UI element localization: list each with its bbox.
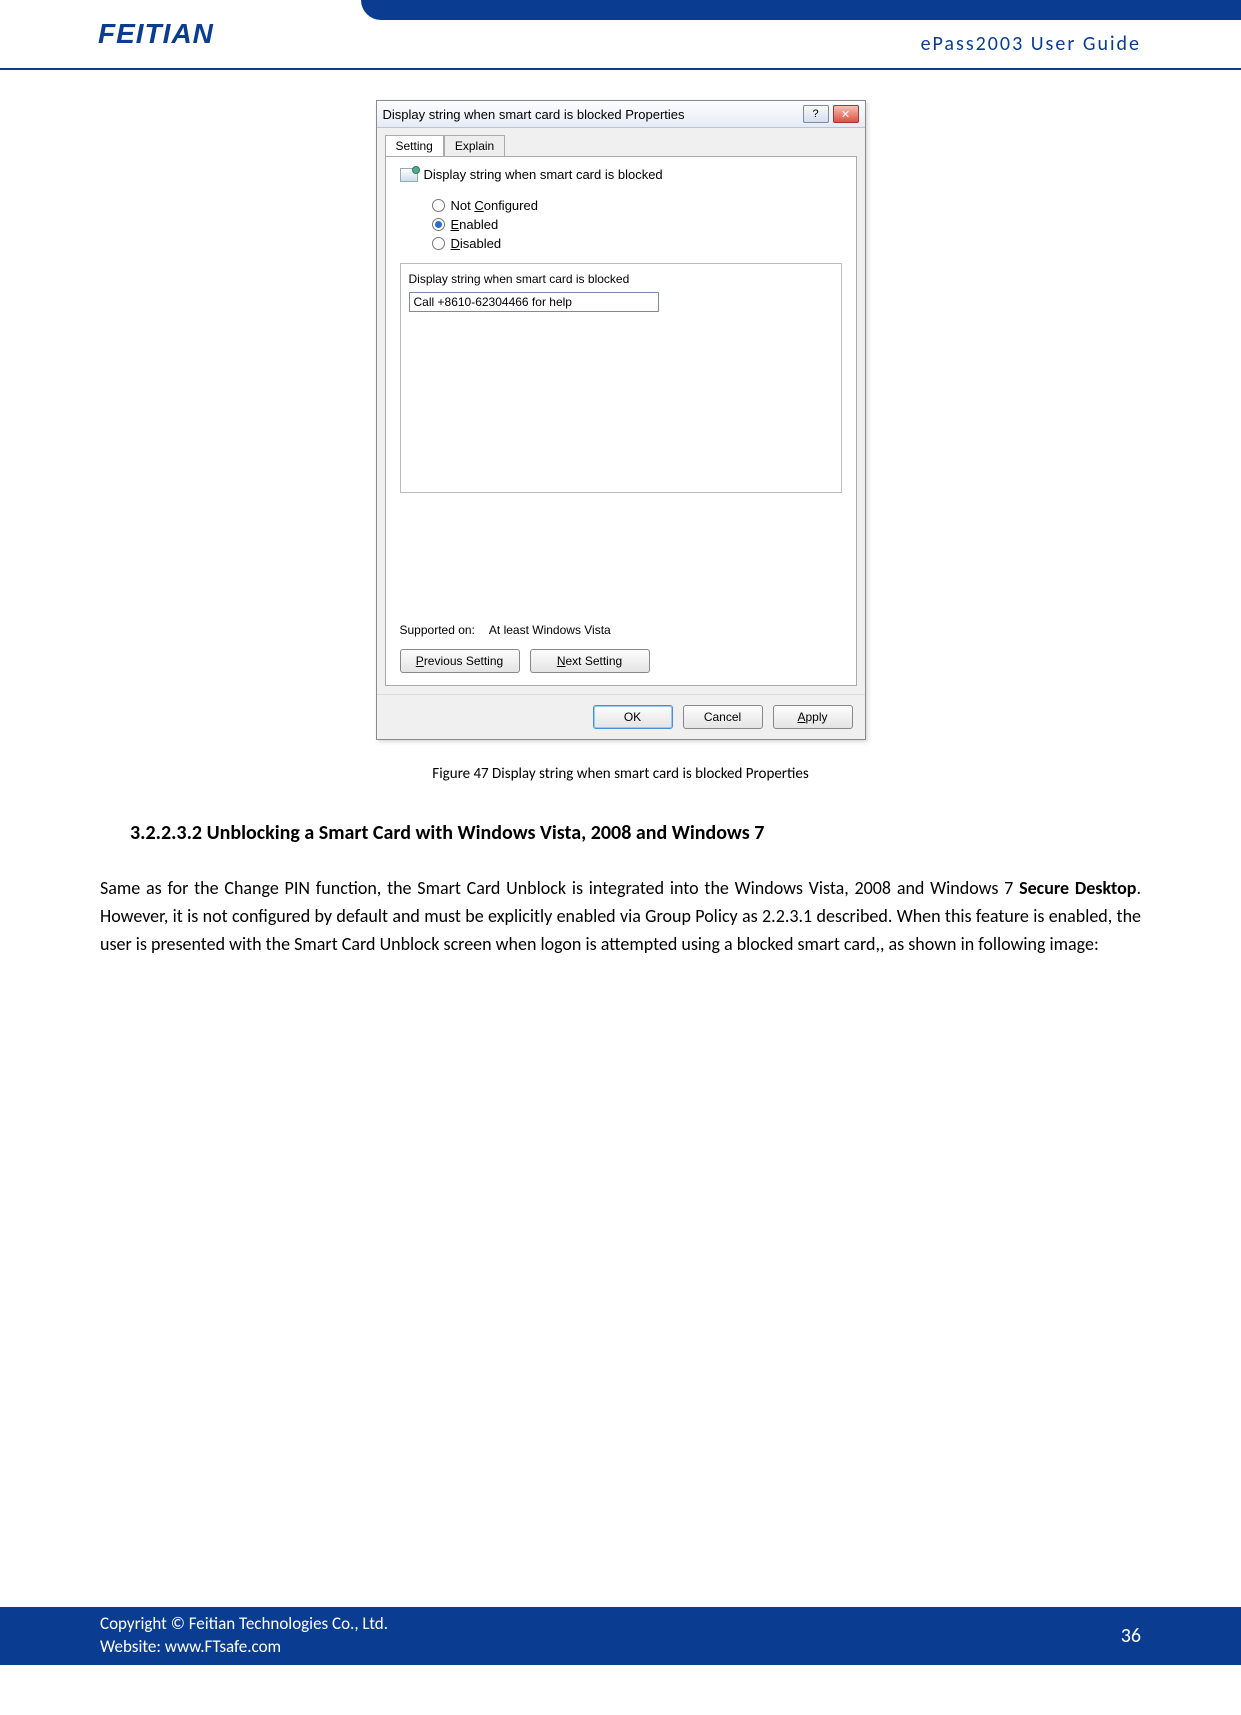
setting-inner-box: Display string when smart card is blocke… xyxy=(400,263,842,493)
policy-name-row: Display string when smart card is blocke… xyxy=(400,167,842,182)
dialog-footer: OK Cancel Apply xyxy=(377,694,865,739)
radio-not-configured[interactable]: Not Configured xyxy=(432,198,842,213)
ok-button[interactable]: OK xyxy=(593,705,673,729)
body-paragraph: Same as for the Change PIN function, the… xyxy=(100,875,1141,959)
radio-label: Enabled xyxy=(451,217,499,232)
brand-logo: FEITIAN xyxy=(98,18,214,50)
titlebar-buttons: ? ✕ xyxy=(803,105,859,123)
page-number: 36 xyxy=(1121,1624,1141,1648)
supported-label: Supported on: xyxy=(400,623,475,637)
tab-explain[interactable]: Explain xyxy=(444,135,505,157)
radio-label: Not Configured xyxy=(451,198,538,213)
cancel-button[interactable]: Cancel xyxy=(683,705,763,729)
previous-setting-button[interactable]: Previous Setting xyxy=(400,649,520,673)
dialog-title: Display string when smart card is blocke… xyxy=(383,107,685,122)
supported-value: At least Windows Vista xyxy=(489,623,611,637)
tab-setting[interactable]: Setting xyxy=(385,135,444,157)
policy-name: Display string when smart card is blocke… xyxy=(424,167,663,182)
header-curve xyxy=(361,0,1241,20)
nav-buttons: Previous Setting Next Setting xyxy=(400,649,650,673)
display-string-input[interactable]: Call +8610-62304466 for help xyxy=(409,292,659,312)
supported-on-row: Supported on: At least Windows Vista xyxy=(400,623,611,637)
radio-enabled[interactable]: Enabled xyxy=(432,217,842,232)
figure-caption: Figure 47 Display string when smart card… xyxy=(100,765,1141,783)
dialog-titlebar: Display string when smart card is blocke… xyxy=(377,101,865,128)
close-button[interactable]: ✕ xyxy=(833,105,859,123)
properties-dialog: Display string when smart card is blocke… xyxy=(376,100,866,740)
inner-label: Display string when smart card is blocke… xyxy=(409,272,833,286)
next-setting-button[interactable]: Next Setting xyxy=(530,649,650,673)
dialog-figure: Display string when smart card is blocke… xyxy=(100,100,1141,740)
page-header: FEITIAN ePass2003 User Guide xyxy=(0,0,1241,70)
radio-icon xyxy=(432,218,445,231)
footer-left: Copyright © Feitian Technologies Co., Lt… xyxy=(100,1613,388,1659)
copyright-text: Copyright © Feitian Technologies Co., Lt… xyxy=(100,1613,388,1636)
radio-icon xyxy=(432,199,445,212)
tab-row: SettingExplain xyxy=(377,128,865,156)
radio-disabled[interactable]: Disabled xyxy=(432,236,842,251)
radio-label: Disabled xyxy=(451,236,502,251)
help-button[interactable]: ? xyxy=(803,105,829,123)
page-content: Display string when smart card is blocke… xyxy=(0,70,1241,959)
policy-icon xyxy=(400,168,418,182)
apply-button[interactable]: Apply xyxy=(773,705,853,729)
document-title: ePass2003 User Guide xyxy=(921,32,1141,56)
website-text: Website: www.FTsafe.com xyxy=(100,1636,388,1659)
radio-icon xyxy=(432,237,445,250)
tab-body: Display string when smart card is blocke… xyxy=(385,156,857,686)
page-footer: Copyright © Feitian Technologies Co., Lt… xyxy=(0,1607,1241,1665)
radio-group: Not Configured Enabled Disabled xyxy=(432,198,842,251)
section-heading: 3.2.2.3.2 Unblocking a Smart Card with W… xyxy=(130,821,1141,845)
